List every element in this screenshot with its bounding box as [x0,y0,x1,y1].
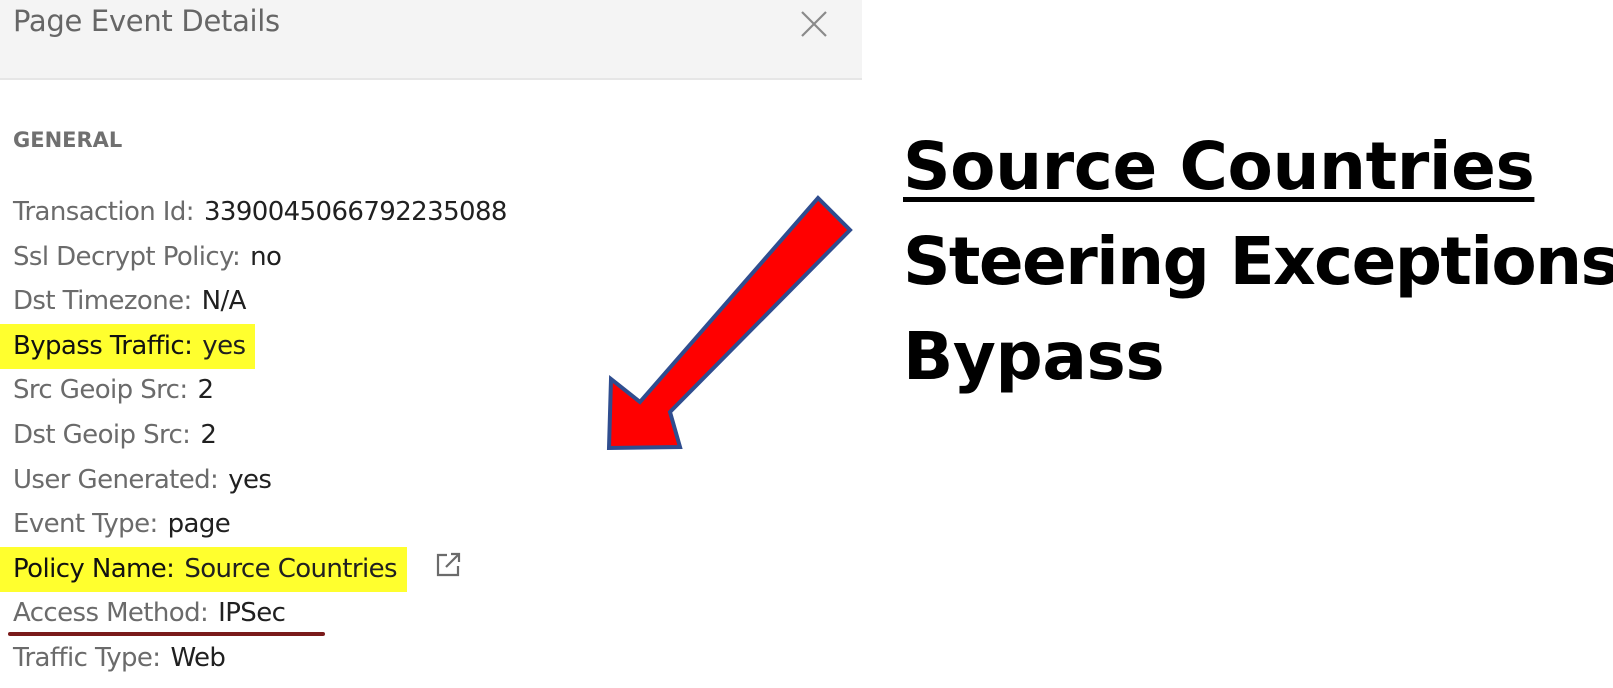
detail-value: IPSec [218,598,286,629]
detail-value: N/A [201,286,247,317]
detail-row-access-method: Access Method: IPSec [13,591,507,636]
detail-row-bypass-traffic: Bypass Traffic: yes [0,323,507,369]
detail-key: Dst Geoip Src: [13,419,191,450]
detail-key: User Generated: [13,464,219,495]
detail-value: page [167,509,231,540]
detail-value: yes [228,464,272,495]
detail-row-user-generated: User Generated: yes [13,458,507,503]
detail-key: Transaction Id: [13,197,195,227]
detail-value: 2 [197,375,215,406]
detail-row-transaction-id: Transaction Id: 3390045066792235088 [13,190,507,235]
highlight-bypass-traffic: Bypass Traffic: yes [0,323,256,369]
panel-title: Page Event Details [13,4,280,38]
detail-value: no [250,241,282,272]
detail-key: Traffic Type: [13,642,161,673]
detail-value: Web [170,642,226,673]
detail-value: yes [202,330,246,361]
detail-row-event-type: Event Type: page [13,502,507,547]
detail-key: Ssl Decrypt Policy: [13,241,241,272]
annotation-text: Source Countries Steering Exceptions Byp… [903,122,1613,407]
section-title-general: GENERAL [13,128,123,152]
access-method-underline [8,632,325,636]
panel-header: Page Event Details [0,0,862,80]
close-icon [801,11,827,37]
annotation-line-source-countries: Source Countries [903,128,1535,205]
detail-key: Access Method: [13,598,209,629]
red-arrow [606,195,853,451]
annotation-line-bypass: Bypass [903,318,1165,395]
detail-key: Src Geoip Src: [13,375,188,406]
detail-row-ssl-decrypt-policy: Ssl Decrypt Policy: no [13,235,507,280]
open-policy-link[interactable] [433,550,463,594]
detail-row-policy-name: Policy Name: Source Countries [0,546,507,594]
detail-row-dst-timezone: Dst Timezone: N/A [13,279,507,324]
detail-value: Source Countries [184,553,397,584]
detail-value: 2 [200,419,217,450]
external-link-icon [436,552,461,576]
close-button[interactable] [798,8,830,40]
detail-key: Event Type: [13,509,158,540]
detail-row-dst-geoip-src: Dst Geoip Src: 2 [13,413,507,458]
detail-row-traffic-type: Traffic Type: Web [13,636,507,681]
detail-key: Policy Name: [13,553,175,584]
detail-value: 3390045066792235088 [203,197,508,227]
details-list: Transaction Id: 3390045066792235088 Ssl D… [0,190,507,681]
detail-row-src-geoip-src: Src Geoip Src: 2 [13,368,507,413]
highlight-policy-name: Policy Name: Source Countries [0,546,407,592]
detail-key: Bypass Traffic: [13,330,193,361]
detail-key: Dst Timezone: [13,286,192,317]
annotation-line-steering-exceptions: Steering Exceptions [903,223,1613,300]
